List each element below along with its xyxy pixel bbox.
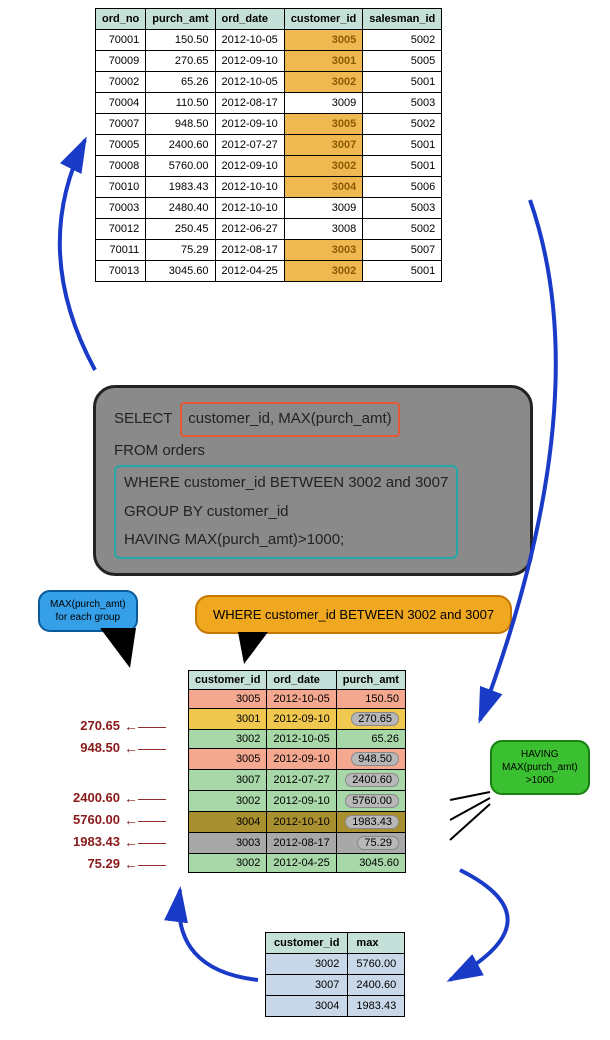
column-header: ord_date [215,9,284,30]
filtered-table: customer_idord_datepurch_amt 30052012-10… [188,670,406,873]
arrow-left-icon: ←—— [124,834,166,850]
column-header: salesman_id [363,9,442,30]
table-row: 700052400.602012-07-2730075001 [96,135,442,156]
orders-table: ord_nopurch_amtord_datecustomer_idsalesm… [95,8,442,282]
table-row: 30042012-10-101983.43 [189,812,406,833]
annotation-where-clause: WHERE customer_id BETWEEN 3002 and 3007 [195,595,512,634]
table-row: 700085760.002012-09-1030025001 [96,156,442,177]
column-header: ord_no [96,9,146,30]
max-value-label: 270.65 [50,718,120,733]
arrow-left-icon: ←—— [124,740,166,756]
table-row: 70004110.502012-08-1730095003 [96,93,442,114]
sql-where-group-having: WHERE customer_id BETWEEN 3002 and 3007 … [114,465,458,559]
max-value-label: 5760.00 [50,812,120,827]
table-row: 30012012-09-10270.65 [189,709,406,730]
table-row: 700032480.402012-10-1030095003 [96,198,442,219]
table-row: 700101983.432012-10-1030045006 [96,177,442,198]
table-row: 70007948.502012-09-1030055002 [96,114,442,135]
arrow-left-icon: ←—— [124,790,166,806]
annotation-max-per-group: MAX(purch_amt) for each group [38,590,138,632]
table-row: 30052012-10-05150.50 [189,690,406,709]
arrow-left-icon: ←—— [124,856,166,872]
column-header: customer_id [266,933,348,954]
table-row: 30041983.43 [266,996,405,1017]
column-header: purch_amt [146,9,215,30]
speech-tail-icon [238,632,268,664]
table-row: 30022012-09-105760.00 [189,791,406,812]
max-value-label: 2400.60 [50,790,120,805]
sql-query-box: SELECT customer_id, MAX(purch_amt) FROM … [93,385,533,576]
column-header: customer_id [284,9,362,30]
speech-tail-icon [100,628,136,668]
table-row: 7001175.292012-08-1730035007 [96,240,442,261]
max-value-label: 75.29 [50,856,120,871]
max-value-label: 948.50 [50,740,120,755]
annotation-having-clause: HAVING MAX(purch_amt) >1000 [490,740,590,795]
table-row: 30052012-09-10948.50 [189,749,406,770]
arrow-left-icon: ←—— [124,812,166,828]
table-row: 30022012-10-0565.26 [189,730,406,749]
table-row: 7000265.262012-10-0530025001 [96,72,442,93]
column-header: customer_id [189,671,267,690]
arrow-left-icon: ←—— [124,718,166,734]
column-header: purch_amt [336,671,405,690]
table-row: 30032012-08-1775.29 [189,833,406,854]
table-row: 30072012-07-272400.60 [189,770,406,791]
result-table: customer_idmax 30025760.0030072400.60300… [265,932,405,1017]
column-header: max [348,933,405,954]
table-row: 70012250.452012-06-2730085002 [96,219,442,240]
table-row: 30072400.60 [266,975,405,996]
table-row: 70001150.502012-10-0530055002 [96,30,442,51]
table-row: 700133045.602012-04-2530025001 [96,261,442,282]
sql-from: FROM orders [114,437,512,466]
table-row: 30025760.00 [266,954,405,975]
table-row: 70009270.652012-09-1030015005 [96,51,442,72]
column-header: ord_date [267,671,336,690]
sql-select-keyword: SELECT [114,410,172,427]
max-value-label: 1983.43 [50,834,120,849]
table-row: 30022012-04-253045.60 [189,854,406,873]
sql-select-columns: customer_id, MAX(purch_amt) [180,402,399,437]
